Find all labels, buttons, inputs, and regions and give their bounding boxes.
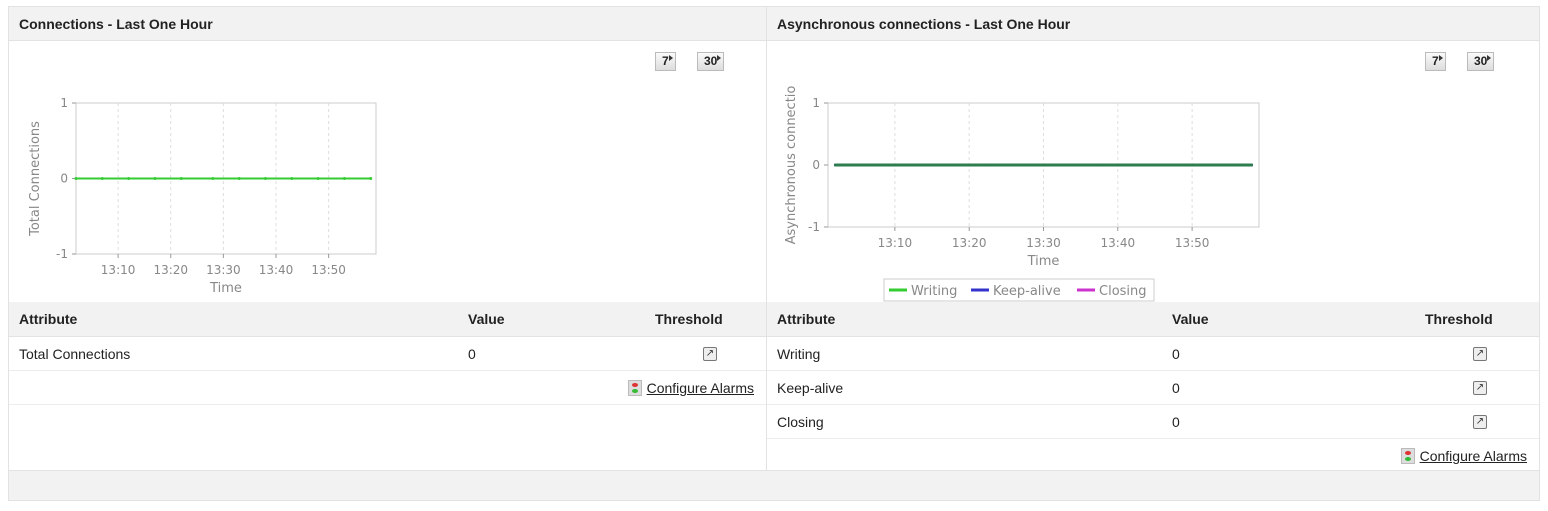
x-tick-label: 13:50 — [311, 263, 346, 277]
data-point — [1250, 163, 1254, 167]
threshold-edit-icon[interactable]: ↗ — [1473, 381, 1487, 395]
async-connections-chart: 13:10 13:20 13:30 13:40 13:50 1 0 -1 Time Asynchr… — [784, 86, 1260, 302]
y-tick-label: 1 — [60, 96, 68, 110]
7-days-button[interactable]: 7 — [655, 52, 676, 71]
data-point — [1175, 163, 1179, 167]
x-tick-label: 13:50 — [1175, 236, 1210, 250]
panel-title: Connections - Last One Hour — [9, 7, 766, 41]
data-point — [833, 163, 837, 167]
y-tick-label: -1 — [56, 247, 68, 261]
table-row: Closing 0 ↗ — [767, 405, 1539, 439]
traffic-light-icon — [1400, 448, 1415, 464]
data-point — [127, 177, 131, 180]
attribute-name: Keep-alive — [777, 380, 844, 396]
data-point — [871, 163, 875, 167]
data-point — [908, 163, 912, 167]
data-point — [153, 177, 157, 180]
y-tick-label: 0 — [812, 158, 820, 172]
async-connections-panel: Asynchronous connections - Last One Hour… — [767, 7, 1539, 472]
configure-alarms-link[interactable]: Configure Alarms — [647, 380, 754, 396]
header-value: Value — [1172, 311, 1209, 327]
data-point — [179, 177, 183, 180]
table-header: Attribute Value Threshold — [9, 302, 766, 337]
footer-bar — [9, 470, 1539, 500]
legend-label: Writing — [911, 284, 957, 299]
data-point — [1064, 163, 1068, 167]
x-tick-label: 13:40 — [259, 263, 294, 277]
data-point — [211, 177, 215, 180]
x-tick-label: 13:20 — [952, 236, 987, 250]
threshold-edit-icon[interactable]: ↗ — [1473, 415, 1487, 429]
x-tick-label: 13:40 — [1101, 236, 1136, 250]
connections-panel: Connections - Last One Hour 7 30 13:10 13… — [9, 7, 767, 472]
attribute-value: 0 — [1172, 380, 1180, 396]
data-point — [1212, 163, 1216, 167]
monitor-container: Connections - Last One Hour 7 30 13:10 13… — [8, 6, 1540, 501]
y-tick-label: -1 — [808, 220, 820, 234]
traffic-light-icon — [627, 380, 642, 396]
30-days-button[interactable]: 30 — [697, 52, 725, 71]
attribute-name: Writing — [777, 346, 821, 362]
7-days-button[interactable]: 7 — [1425, 52, 1446, 71]
data-point — [74, 177, 78, 180]
threshold-edit-icon[interactable]: ↗ — [1473, 347, 1487, 361]
data-point — [1101, 163, 1105, 167]
x-tick-label: 13:30 — [206, 263, 241, 277]
data-point — [982, 163, 986, 167]
y-axis-label: Asynchronous connectio — [784, 86, 799, 245]
alarm-row: Configure Alarms — [767, 439, 1539, 473]
attribute-value: 0 — [1172, 414, 1180, 430]
data-point — [945, 163, 949, 167]
attribute-value: 0 — [468, 346, 476, 362]
data-point — [369, 177, 373, 180]
data-point — [1027, 163, 1031, 167]
attribute-name: Closing — [777, 414, 824, 430]
y-tick-label: 1 — [812, 96, 820, 110]
x-axis-label: Time — [209, 281, 242, 296]
legend-label: Keep-alive — [993, 284, 1061, 299]
table-row: Total Connections 0 ↗ — [9, 337, 766, 371]
x-tick-label: 13:10 — [878, 236, 913, 250]
data-point — [290, 177, 294, 180]
header-attribute: Attribute — [777, 311, 836, 327]
x-tick-label: 13:10 — [101, 263, 136, 277]
data-point — [237, 177, 241, 180]
threshold-edit-icon[interactable]: ↗ — [703, 347, 717, 361]
table-header: Attribute Value Threshold — [767, 302, 1539, 337]
connections-chart: 13:10 13:20 13:30 13:40 13:50 1 0 -1 Time Total C… — [28, 96, 377, 296]
legend-label: Closing — [1099, 284, 1147, 299]
configure-alarms-link[interactable]: Configure Alarms — [1420, 448, 1527, 464]
x-axis-label: Time — [1027, 254, 1060, 269]
data-point — [263, 177, 267, 180]
y-tick-label: 0 — [60, 172, 68, 186]
alarm-row: Configure Alarms — [9, 371, 766, 405]
header-threshold: Threshold — [655, 311, 723, 327]
header-threshold: Threshold — [1425, 311, 1493, 327]
attribute-name: Total Connections — [19, 346, 131, 362]
data-point — [100, 177, 104, 180]
header-attribute: Attribute — [19, 311, 78, 327]
data-point — [342, 177, 346, 180]
header-value: Value — [468, 311, 505, 327]
attribute-value: 0 — [1172, 346, 1180, 362]
panel-title: Asynchronous connections - Last One Hour — [767, 7, 1539, 41]
x-tick-label: 13:30 — [1026, 236, 1061, 250]
table-row: Writing 0 ↗ — [767, 337, 1539, 371]
y-axis-label: Total Connections — [28, 121, 43, 237]
table-row: Keep-alive 0 ↗ — [767, 371, 1539, 405]
data-point — [316, 177, 320, 180]
data-point — [1138, 163, 1142, 167]
x-tick-label: 13:20 — [153, 263, 188, 277]
30-days-button[interactable]: 30 — [1467, 52, 1495, 71]
